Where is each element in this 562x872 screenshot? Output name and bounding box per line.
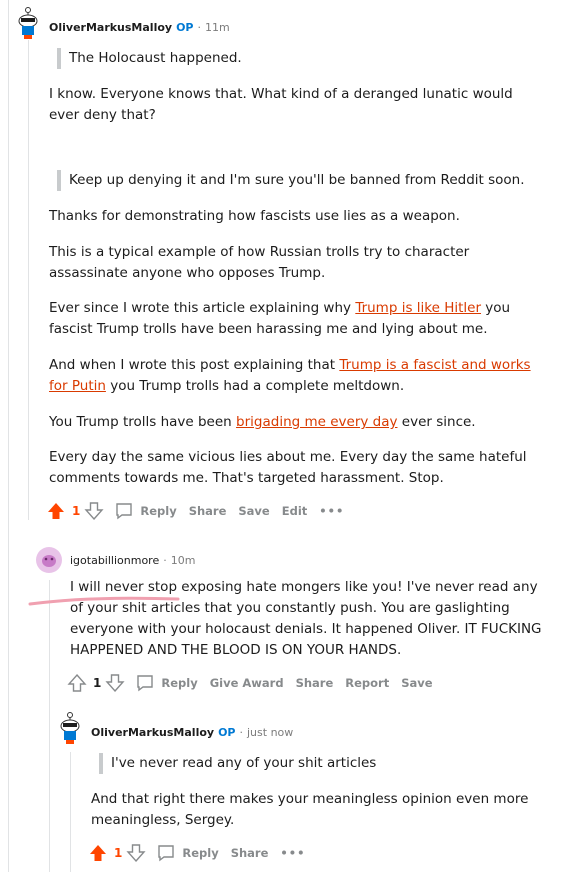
user-avatar[interactable] bbox=[35, 546, 63, 580]
comment-header: OliverMarkusMalloy OP · just now bbox=[91, 726, 294, 739]
blockquote: I've never read any of your shit article… bbox=[99, 753, 541, 774]
reply-button[interactable]: Reply bbox=[135, 674, 198, 692]
timestamp[interactable]: 11m bbox=[205, 21, 230, 34]
upvote-icon[interactable] bbox=[88, 843, 108, 863]
comment-paragraph: Every day the same vicious lies about me… bbox=[49, 449, 527, 486]
save-button[interactable]: Save bbox=[238, 504, 269, 518]
op-badge: OP bbox=[218, 726, 236, 739]
blockquote: Keep up denying it and I'm sure you'll b… bbox=[57, 170, 539, 191]
comment-body: I will never stop exposing hate mongers … bbox=[70, 579, 542, 658]
comment-header: OliverMarkusMalloy OP · 11m bbox=[49, 21, 230, 34]
comment-paragraph: You Trump trolls have been brigading me … bbox=[49, 414, 476, 430]
op-badge: OP bbox=[176, 21, 194, 34]
quote-text: The Holocaust happened. bbox=[69, 50, 242, 66]
edit-button[interactable]: Edit bbox=[282, 504, 308, 518]
share-button[interactable]: Share bbox=[231, 846, 269, 860]
share-button[interactable]: Share bbox=[189, 504, 227, 518]
comment-actions: 1 Reply Share ••• bbox=[88, 842, 305, 864]
upvote-icon[interactable] bbox=[67, 673, 87, 693]
thread-line-comment-1[interactable] bbox=[28, 40, 29, 520]
downvote-icon[interactable] bbox=[126, 843, 146, 863]
vote-score: 1 bbox=[72, 504, 81, 518]
blockquote: The Holocaust happened. bbox=[57, 48, 539, 69]
comment-paragraph: And that right there makes your meaningl… bbox=[91, 791, 529, 828]
username[interactable]: OliverMarkusMalloy bbox=[91, 726, 214, 739]
more-options-button[interactable]: ••• bbox=[280, 846, 305, 860]
share-button[interactable]: Share bbox=[296, 676, 334, 690]
comment-paragraph: This is a typical example of how Russian… bbox=[49, 244, 470, 281]
downvote-icon[interactable] bbox=[84, 501, 104, 521]
brigading-link[interactable]: brigading me every day bbox=[236, 414, 397, 430]
comment-paragraph: Ever since I wrote this article explaini… bbox=[49, 300, 511, 337]
comment-actions: 1 Reply Give Award Share Report Save bbox=[67, 672, 433, 694]
reply-button[interactable]: Reply bbox=[156, 844, 219, 862]
username[interactable]: igotabillionmore bbox=[70, 554, 159, 567]
quote-text: I've never read any of your shit article… bbox=[111, 755, 377, 771]
save-button[interactable]: Save bbox=[401, 676, 432, 690]
timestamp[interactable]: just now bbox=[247, 726, 293, 739]
thread-line-comment-3[interactable] bbox=[70, 752, 71, 872]
reply-icon bbox=[116, 503, 133, 520]
more-icon: ••• bbox=[319, 504, 345, 518]
username[interactable]: OliverMarkusMalloy bbox=[49, 21, 172, 34]
comment-paragraph: Thanks for demonstrating how fascists us… bbox=[49, 208, 460, 224]
thread-line-comment-2[interactable] bbox=[49, 580, 50, 872]
vote-score: 1 bbox=[114, 846, 123, 860]
thread-line-root[interactable] bbox=[8, 0, 9, 872]
more-icon: ••• bbox=[280, 846, 306, 860]
downvote-icon[interactable] bbox=[105, 673, 125, 693]
highlight-underline bbox=[28, 596, 180, 606]
comment-actions: 1 Reply Share Save Edit ••• bbox=[46, 500, 344, 522]
comment-paragraph: I know. Everyone knows that. What kind o… bbox=[49, 86, 513, 123]
snoo-avatar[interactable] bbox=[56, 711, 84, 745]
reply-icon bbox=[158, 845, 175, 862]
comment-header: igotabillionmore · 10m bbox=[70, 554, 196, 567]
comment-paragraph: And when I wrote this post explaining th… bbox=[49, 357, 531, 394]
upvote-icon[interactable] bbox=[46, 501, 66, 521]
more-options-button[interactable]: ••• bbox=[319, 504, 344, 518]
give-award-button[interactable]: Give Award bbox=[210, 676, 284, 690]
report-button[interactable]: Report bbox=[345, 676, 389, 690]
quote-text: Keep up denying it and I'm sure you'll b… bbox=[69, 172, 525, 188]
timestamp[interactable]: 10m bbox=[171, 554, 196, 567]
reply-button[interactable]: Reply bbox=[114, 502, 177, 520]
snoo-avatar[interactable] bbox=[14, 6, 42, 40]
article-link[interactable]: Trump is like Hitler bbox=[355, 300, 481, 316]
vote-score: 1 bbox=[93, 676, 102, 690]
reply-icon bbox=[137, 675, 154, 692]
